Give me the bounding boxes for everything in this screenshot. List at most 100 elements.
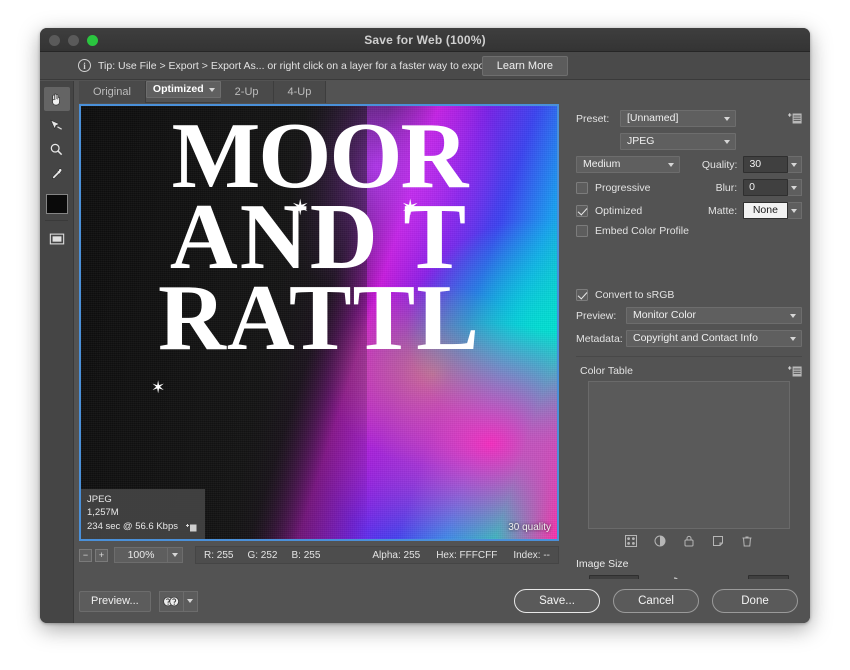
readout-green: G: 252 [247, 549, 278, 561]
learn-more-button[interactable]: Learn More [481, 56, 568, 76]
preview-dropdown[interactable]: Monitor Color [626, 307, 802, 324]
slice-select-tool-button[interactable] [44, 112, 70, 136]
color-table-swatch-grid[interactable] [588, 381, 790, 529]
tab-4up[interactable]: 4-Up [273, 81, 327, 103]
view-tabs: Original Optimized 2-Up 4-Up [79, 81, 327, 103]
info-flyout-menu-icon[interactable] [185, 523, 197, 532]
optimized-label: Optimized [595, 204, 643, 217]
zoom-window-button[interactable] [87, 35, 98, 46]
main-area: Original Optimized 2-Up 4-Up MOOR AND T … [74, 81, 810, 623]
panel-divider-1 [576, 356, 802, 357]
convert-to-srgb-checkbox[interactable] [576, 289, 588, 301]
tool-divider [45, 220, 68, 221]
done-button[interactable]: Done [712, 589, 798, 613]
metadata-row: Metadata: Copyright and Contact Info [576, 330, 802, 347]
chevron-down-icon [791, 185, 798, 190]
preview-label: Preview: [576, 309, 617, 322]
embed-profile-row: Embed Color Profile [576, 225, 802, 237]
tab-2up[interactable]: 2-Up [220, 81, 274, 103]
readout-index: Index: -- [513, 549, 550, 561]
lock-icon[interactable] [683, 535, 695, 550]
blur-input[interactable]: 0 [743, 179, 788, 196]
color-readout: R: 255 G: 252 B: 255 Alpha: 255 Hex: FFF… [195, 546, 559, 564]
toggle-slices-visibility-button[interactable] [44, 227, 70, 251]
readout-blue: B: 255 [291, 549, 321, 561]
slice-select-icon [50, 119, 62, 130]
convert-srgb-row: Convert to sRGB [576, 289, 802, 301]
preview-button[interactable]: Preview... [79, 590, 151, 612]
blur-label: Blur: [715, 181, 738, 194]
readout-red: R: 255 [204, 549, 234, 561]
blur-stepper-dropdown[interactable] [787, 179, 802, 196]
dialog-action-bar: Preview... Save... Cancel Done [74, 579, 810, 623]
image-preview-canvas[interactable]: MOOR AND T RATTL ✶ ✶ ✶ JPEG 1,257M 234 s… [79, 104, 559, 541]
delete-color-icon[interactable] [741, 535, 753, 550]
chevron-down-icon [791, 162, 798, 167]
info-filesize: 1,257M [87, 507, 119, 519]
eyedropper-tool-button[interactable] [44, 162, 70, 186]
tab-original[interactable]: Original [79, 81, 146, 103]
optimization-info-overlay: JPEG 1,257M 234 sec @ 56.6 Kbps [81, 488, 205, 539]
tip-text: Tip: Use File > Export > Export As... or… [98, 59, 525, 72]
foreground-color-swatch[interactable] [45, 194, 68, 214]
zoom-tool-button[interactable] [44, 137, 70, 161]
browser-preview-dropdown[interactable] [182, 590, 198, 612]
window-titlebar: Save for Web (100%) [40, 28, 810, 52]
tool-strip [40, 81, 74, 623]
artwork-line-3: RATTL [158, 265, 480, 370]
close-window-button[interactable] [49, 35, 60, 46]
metadata-dropdown[interactable]: Copyright and Contact Info [626, 330, 802, 347]
save-button[interactable]: Save... [514, 589, 600, 613]
info-download-time: 234 sec @ 56.6 Kbps [87, 521, 178, 533]
window-title: Save for Web (100%) [364, 33, 486, 47]
matte-value[interactable]: None [743, 202, 788, 219]
quality-stepper-dropdown[interactable] [787, 156, 802, 173]
slices-visibility-icon [49, 233, 64, 245]
progressive-label: Progressive [595, 181, 651, 194]
zoom-out-button[interactable]: − [79, 548, 92, 562]
metadata-label: Metadata: [576, 332, 623, 345]
color-table-toolbar [576, 535, 802, 550]
tip-bar: i Tip: Use File > Export > Export As... … [40, 52, 810, 80]
browser-preview-icon[interactable] [158, 590, 183, 612]
preset-row: Preset: [Unnamed] [576, 110, 802, 127]
browser-preview-group [158, 590, 198, 612]
progressive-blur-row: Progressive Blur: 0 [576, 179, 802, 196]
zoom-in-button[interactable]: + [95, 548, 108, 562]
progressive-checkbox[interactable] [576, 181, 588, 194]
convert-to-srgb-label: Convert to sRGB [595, 289, 675, 301]
zoom-level-input[interactable]: 100% [114, 547, 168, 563]
matte-dropdown[interactable] [787, 202, 802, 219]
save-for-web-window: Save for Web (100%) i Tip: Use File > Ex… [40, 28, 810, 623]
artwork-text: MOOR AND T RATTL [81, 106, 557, 370]
sparkle-icon-2: ✶ [401, 196, 420, 221]
web-shift-icon[interactable] [625, 535, 637, 550]
embed-color-profile-label: Embed Color Profile [595, 225, 689, 237]
color-table-flyout-menu-icon[interactable] [788, 365, 802, 377]
quality-label: Quality: [701, 158, 738, 171]
optimized-checkbox[interactable] [576, 204, 588, 217]
sparkle-icon-3: ✶ [151, 378, 166, 398]
screenshot-root: Save for Web (100%) i Tip: Use File > Ex… [0, 0, 850, 670]
info-icon: i [78, 59, 91, 72]
color-table-header: Color Table [576, 365, 802, 377]
color-table-title: Color Table [580, 365, 633, 377]
embed-color-profile-checkbox[interactable] [576, 225, 588, 237]
zoom-level-dropdown[interactable] [168, 547, 183, 563]
eyedropper-icon [52, 167, 63, 179]
minimize-window-button[interactable] [68, 35, 79, 46]
tab-optimized[interactable]: Optimized [145, 81, 221, 98]
file-format-dropdown[interactable]: JPEG [620, 133, 736, 150]
preset-dropdown[interactable]: [Unnamed] [620, 110, 736, 127]
settings-flyout-menu-icon[interactable] [788, 113, 802, 124]
hand-tool-button[interactable] [43, 87, 70, 111]
new-color-icon[interactable] [712, 535, 724, 550]
cancel-button[interactable]: Cancel [613, 589, 699, 613]
chevron-down-icon [187, 599, 194, 603]
image-size-title: Image Size [576, 558, 629, 570]
transparency-icon[interactable] [654, 535, 666, 550]
compression-quality-dropdown[interactable]: Medium [576, 156, 680, 173]
preview-row: Preview: Monitor Color [576, 307, 802, 324]
quality-input[interactable]: 30 [743, 156, 788, 173]
info-format: JPEG [87, 493, 112, 505]
